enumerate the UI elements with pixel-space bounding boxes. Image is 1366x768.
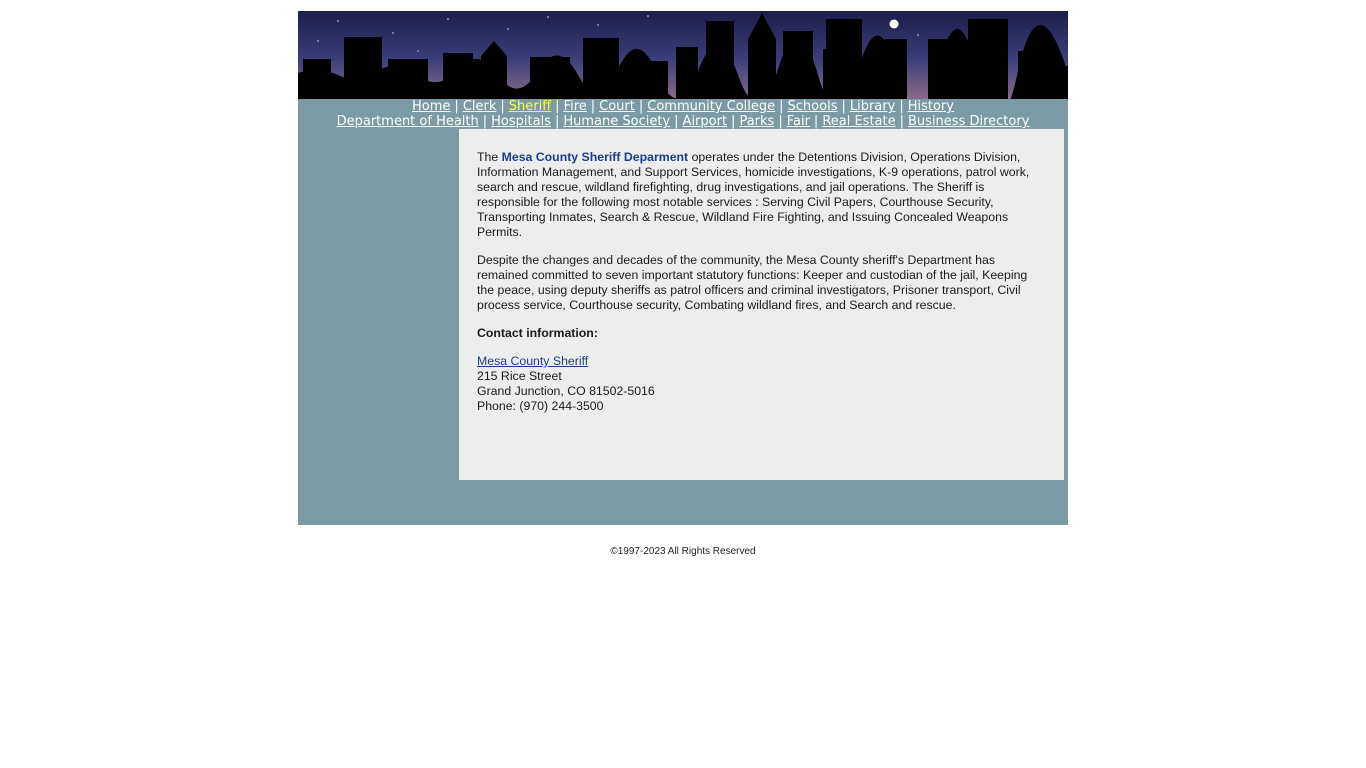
nav-link-community-college[interactable]: Community College [647, 99, 775, 114]
address-line-1: 215 Rice Street [477, 369, 562, 383]
nav-link-clerk[interactable]: Clerk [463, 99, 497, 114]
contact-link[interactable]: Mesa County Sheriff [477, 354, 588, 368]
nav-separator: | [454, 99, 459, 114]
nav-separator: | [482, 114, 488, 129]
page-container: Home | Clerk | Sheriff | Fire | Court | Community … [298, 11, 1068, 525]
nav-row-1: Home | Clerk | Sheriff | Fire | Court | Community … [298, 99, 1068, 114]
footer-copyright: ©1997-2023 All Rights Reserved [610, 546, 756, 557]
nav-link-parks[interactable]: Parks [739, 114, 774, 129]
contact-block: Mesa County Sheriff 215 Rice Street Gran… [477, 354, 1046, 414]
nav-separator: | [638, 99, 644, 114]
nav-separator: | [778, 114, 783, 129]
intro-prefix: The [477, 150, 502, 164]
nav-separator: | [841, 99, 846, 114]
history-paragraph: Despite the changes and decades of the c… [477, 253, 1028, 312]
nav-separator: | [731, 114, 736, 129]
address-line-2: Grand Junction, CO 81502-5016 [477, 384, 655, 398]
nav-link-humane-society[interactable]: Humane Society [563, 114, 670, 129]
nav-separator: | [555, 99, 560, 114]
nav-link-library[interactable]: Library [850, 99, 895, 114]
body-area: The Mesa County Sheriff Deparment operat… [298, 129, 1068, 525]
nav-link-history[interactable]: History [908, 99, 954, 114]
nav-link-sheriff[interactable]: Sheriff [509, 99, 551, 114]
skyline-banner [298, 11, 1068, 99]
phone-number: Phone: (970) 244-3500 [477, 399, 604, 413]
nav-separator: | [813, 114, 819, 129]
main-navigation: Home | Clerk | Sheriff | Fire | Court | Community … [298, 99, 1068, 129]
nav-link-business-directory[interactable]: Business Directory [908, 114, 1029, 129]
nav-link-fire[interactable]: Fire [564, 99, 587, 114]
nav-link-real-estate[interactable]: Real Estate [822, 114, 895, 129]
nav-separator: | [899, 114, 905, 129]
nav-link-airport[interactable]: Airport [683, 114, 728, 129]
org-name: Mesa County Sheriff Deparment [501, 150, 689, 164]
nav-separator: | [674, 114, 679, 129]
nav-row-2: Department of Health | Hospitals | Humane So… [298, 114, 1068, 129]
nav-separator: | [554, 114, 560, 129]
main-content: The Mesa County Sheriff Deparment operat… [459, 129, 1064, 480]
nav-link-court[interactable]: Court [599, 99, 635, 114]
intro-paragraph: The Mesa County Sheriff Deparment operat… [477, 150, 1046, 240]
nav-link-department-of-health[interactable]: Department of Health [337, 114, 479, 129]
nav-separator: | [500, 99, 505, 114]
nav-link-home[interactable]: Home [412, 99, 450, 114]
nav-link-hospitals[interactable]: Hospitals [491, 114, 551, 129]
contact-heading: Contact information: [477, 326, 598, 340]
nav-separator: | [590, 99, 596, 114]
nav-separator: | [899, 99, 904, 114]
nav-link-schools[interactable]: Schools [788, 99, 838, 114]
nav-link-fair[interactable]: Fair [787, 114, 810, 129]
nav-separator: | [779, 99, 784, 114]
